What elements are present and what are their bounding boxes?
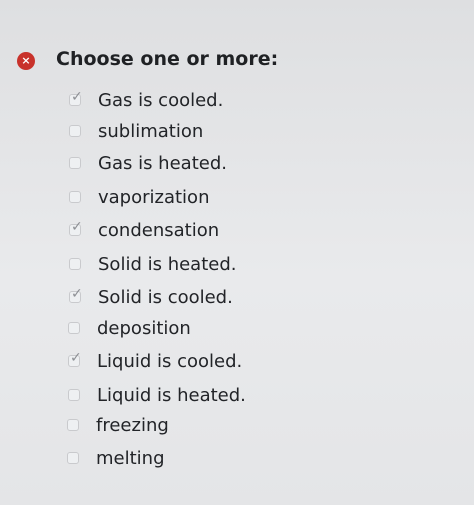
checkbox[interactable]: ✓ — [69, 191, 81, 203]
option-label: melting — [96, 447, 165, 469]
question-block: × Choose one or more: ✓ Gas is cooled. ✓… — [0, 0, 474, 505]
option-label: Liquid is cooled. — [97, 350, 243, 372]
checkbox[interactable]: ✓ — [69, 157, 81, 169]
checkbox[interactable]: ✓ — [69, 220, 83, 236]
checkmark-icon: ✓ — [71, 89, 83, 105]
option-gas-is-heated[interactable]: ✓ Gas is heated. — [69, 149, 227, 177]
option-label: condensation — [98, 219, 220, 241]
option-melting[interactable]: ✓ melting — [67, 444, 165, 472]
checkbox[interactable]: ✓ — [69, 258, 81, 270]
checkbox[interactable]: ✓ — [68, 389, 80, 401]
option-label: vaporization — [98, 186, 210, 208]
option-condensation[interactable]: ✓ condensation — [69, 216, 219, 244]
option-label: Liquid is heated. — [97, 384, 246, 406]
checkbox[interactable]: ✓ — [67, 419, 79, 431]
checkbox[interactable]: ✓ — [69, 125, 81, 137]
option-label: Gas is heated. — [98, 152, 227, 174]
checkbox[interactable]: ✓ — [68, 322, 80, 334]
option-liquid-is-cooled[interactable]: ✓ Liquid is cooled. — [68, 347, 242, 375]
option-deposition[interactable]: ✓ deposition — [68, 314, 191, 342]
option-solid-is-heated[interactable]: ✓ Solid is heated. — [69, 250, 236, 278]
option-label: Gas is cooled. — [98, 89, 224, 111]
checkbox[interactable]: ✓ — [68, 351, 82, 367]
option-label: sublimation — [98, 120, 204, 142]
checkmark-icon: ✓ — [70, 350, 82, 366]
option-label: freezing — [96, 414, 169, 436]
option-gas-is-cooled[interactable]: ✓ Gas is cooled. — [69, 86, 223, 114]
checkbox[interactable]: ✓ — [67, 452, 79, 464]
option-label: Solid is heated. — [98, 253, 237, 275]
checkmark-icon: ✓ — [71, 219, 83, 235]
checkbox[interactable]: ✓ — [69, 90, 83, 106]
option-sublimation[interactable]: ✓ sublimation — [69, 117, 203, 145]
option-label: Solid is cooled. — [98, 286, 233, 308]
option-vaporization[interactable]: ✓ vaporization — [69, 183, 209, 211]
option-solid-is-cooled[interactable]: ✓ Solid is cooled. — [69, 283, 233, 311]
checkmark-icon: ✓ — [71, 286, 83, 302]
checkbox[interactable]: ✓ — [69, 287, 83, 303]
option-liquid-is-heated[interactable]: ✓ Liquid is heated. — [68, 381, 246, 409]
option-label: deposition — [97, 317, 191, 339]
option-freezing[interactable]: ✓ freezing — [67, 411, 169, 439]
answer-options-list: ✓ Gas is cooled. ✓ sublimation ✓ Gas is … — [0, 0, 474, 505]
